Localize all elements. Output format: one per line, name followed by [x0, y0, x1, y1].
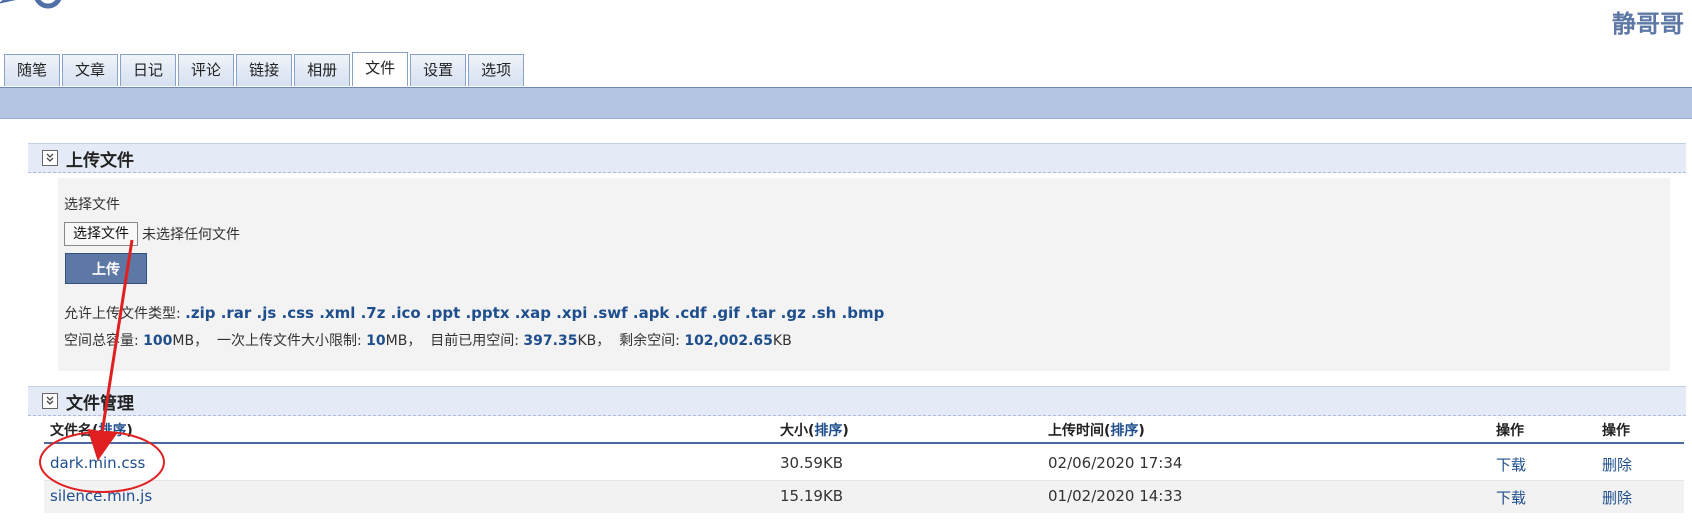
upload-section-title: 上传文件 — [66, 150, 134, 171]
tab-content-bar — [0, 87, 1692, 119]
upload-time: 02/06/2020 17:34 — [1048, 454, 1183, 472]
upload-time: 01/02/2020 14:33 — [1048, 487, 1183, 505]
sort-by-name-link[interactable]: 排序 — [98, 423, 126, 439]
col-time-close: ) — [1138, 423, 1145, 439]
tab-settings[interactable]: 设置 — [410, 54, 467, 86]
used-space-value: 397.35 — [523, 333, 578, 349]
allowed-types-line: 允许上传文件类型: .zip .rar .js .css .xml .7z .i… — [64, 303, 884, 323]
download-link[interactable]: 下载 — [1496, 454, 1526, 475]
col-filename-close: ) — [126, 423, 133, 439]
col-action-delete: 操作 — [1602, 423, 1630, 439]
upload-panel: 选择文件 选择文件 未选择任何文件 上传 允许上传文件类型: .zip .rar… — [58, 178, 1670, 371]
site-name[interactable]: 静哥哥 — [1612, 4, 1684, 39]
admin-tabs: 随笔 文章 日记 评论 链接 相册 文件 设置 选项 — [4, 52, 526, 87]
file-manage-section-title: 文件管理 — [66, 393, 134, 414]
file-table-header: 文件名(排序) 大小(排序) 上传时间(排序) 操作 操作 — [44, 420, 1684, 444]
remaining-space-label: 剩余空间: — [619, 333, 680, 349]
tab-posts[interactable]: 随笔 — [4, 54, 61, 86]
col-size: 大小(排序) — [780, 420, 849, 440]
col-time-label: 上传时间( — [1048, 423, 1111, 439]
col-size-close: ) — [842, 423, 849, 439]
no-file-chosen-text: 未选择任何文件 — [142, 227, 240, 243]
upload-button[interactable]: 上传 — [65, 253, 147, 284]
sort-by-time-link[interactable]: 排序 — [1110, 423, 1138, 439]
used-space-unit: KB， — [577, 333, 611, 349]
allowed-types-list: .zip .rar .js .css .xml .7z .ico .ppt .p… — [185, 304, 885, 322]
single-limit-value: 10 — [366, 333, 386, 349]
site-logo — [0, 0, 62, 9]
table-row: silence.min.js 15.19KB 01/02/2020 14:33 … — [44, 481, 1684, 513]
tab-albums[interactable]: 相册 — [294, 54, 351, 86]
remaining-space-unit: KB — [772, 333, 792, 349]
col-upload-time: 上传时间(排序) — [1048, 420, 1145, 440]
col-filename-label: 文件名( — [50, 423, 99, 439]
tab-articles[interactable]: 文章 — [62, 54, 119, 86]
tab-links[interactable]: 链接 — [236, 54, 293, 86]
file-name-link[interactable]: silence.min.js — [50, 487, 152, 505]
col-filename: 文件名(排序) — [50, 420, 133, 440]
tab-comments[interactable]: 评论 — [178, 54, 235, 86]
collapse-icon[interactable] — [42, 393, 58, 409]
tab-files[interactable]: 文件 — [352, 52, 409, 86]
remaining-space-value: 102,002.65 — [684, 333, 773, 349]
file-size: 15.19KB — [780, 487, 844, 505]
sort-by-size-link[interactable]: 排序 — [814, 423, 842, 439]
delete-link[interactable]: 删除 — [1602, 487, 1632, 508]
total-space-value: 100 — [143, 333, 173, 349]
single-limit-label: 一次上传文件大小限制: — [217, 333, 362, 349]
choose-file-button[interactable]: 选择文件 — [64, 222, 138, 246]
select-file-label: 选择文件 — [64, 197, 120, 213]
file-manage-section-header: 文件管理 — [28, 386, 1686, 416]
col-size-label: 大小( — [780, 423, 815, 439]
file-name-link[interactable]: dark.min.css — [50, 454, 145, 472]
file-input[interactable]: 选择文件 未选择任何文件 — [64, 222, 240, 246]
tab-diary[interactable]: 日记 — [120, 54, 177, 86]
delete-link[interactable]: 删除 — [1602, 454, 1632, 475]
allowed-types-label: 允许上传文件类型: — [64, 306, 181, 322]
upload-section-header: 上传文件 — [28, 143, 1686, 173]
file-size: 30.59KB — [780, 454, 844, 472]
total-space-unit: MB， — [172, 333, 209, 349]
col-action-download: 操作 — [1496, 423, 1524, 439]
collapse-icon[interactable] — [42, 150, 58, 166]
used-space-label: 目前已用空间: — [430, 333, 519, 349]
total-space-label: 空间总容量: — [64, 333, 139, 349]
download-link[interactable]: 下载 — [1496, 487, 1526, 508]
tab-options[interactable]: 选项 — [468, 54, 525, 86]
table-row: dark.min.css 30.59KB 02/06/2020 17:34 下载… — [44, 448, 1684, 481]
single-limit-unit: MB， — [385, 333, 422, 349]
quota-line: 空间总容量: 100MB， 一次上传文件大小限制: 10MB， 目前已用空间: … — [64, 330, 792, 350]
